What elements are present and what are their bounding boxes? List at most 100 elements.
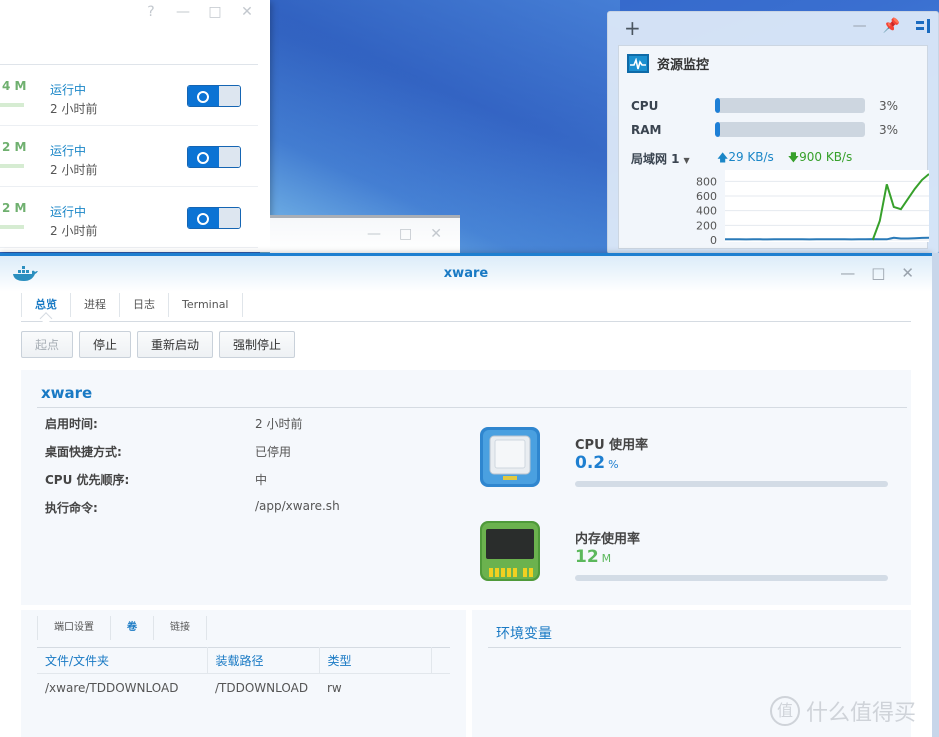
widget-header: + — 📌 bbox=[608, 12, 938, 42]
divider bbox=[37, 407, 907, 408]
close-icon[interactable]: ✕ bbox=[901, 264, 914, 282]
watermark-badge: 值 bbox=[770, 696, 800, 726]
column-header-type[interactable]: 类型 bbox=[319, 647, 432, 674]
package-toggle[interactable] bbox=[187, 146, 241, 168]
tab-bar: 总览 进程 日志 Terminal bbox=[21, 290, 911, 322]
add-widget-button[interactable]: + bbox=[624, 16, 641, 40]
stop-button[interactable]: 停止 bbox=[79, 331, 132, 358]
start-button[interactable]: 起点 bbox=[21, 331, 74, 358]
package-list: 4 M 运行中 2 小时前 2 M 运行中 2 小时前 2 M 运行中 2 小时… bbox=[0, 64, 258, 248]
maximize-icon[interactable]: □ bbox=[399, 226, 412, 242]
chevron-down-icon: ▼ bbox=[683, 156, 690, 165]
table-row[interactable]: /xware/TDDOWNLOAD /TDDOWNLOAD rw bbox=[37, 674, 450, 702]
minimize-icon[interactable]: — bbox=[176, 4, 190, 20]
widget-title-text: 资源监控 bbox=[657, 58, 710, 73]
close-icon[interactable]: ✕ bbox=[430, 226, 442, 242]
info-value: 2 小时前 bbox=[255, 417, 303, 431]
environment-title: 环境变量 bbox=[496, 626, 552, 642]
close-icon[interactable]: ✕ bbox=[240, 4, 254, 20]
package-time: 2 小时前 bbox=[50, 163, 98, 177]
force-stop-button[interactable]: 强制停止 bbox=[219, 331, 296, 358]
dock-panel-icon[interactable] bbox=[916, 19, 930, 33]
resource-monitor-widget: + — 📌 资源监控 CPU 3% RAM 3% 局域网 1 ▼ 🡅29 KB/s… bbox=[607, 11, 939, 254]
download-rate-text: 900 KB/s bbox=[799, 150, 853, 164]
minimize-icon[interactable]: — bbox=[853, 18, 867, 34]
resource-monitor-panel: 资源监控 CPU 3% RAM 3% 局域网 1 ▼ 🡅29 KB/s 🡇900 … bbox=[618, 45, 929, 249]
chart-ytick-label: 800 bbox=[696, 175, 717, 188]
package-status: 运行中 bbox=[50, 83, 87, 97]
cpu-usage-fill bbox=[715, 98, 720, 113]
network-interface-label: 局域网 1 bbox=[631, 152, 680, 166]
package-center-window: ? — □ ✕ 4 M 运行中 2 小时前 2 M 运行中 2 小时前 2 M … bbox=[0, 0, 270, 252]
cpu-usage-label: CPU 使用率 bbox=[575, 438, 649, 453]
window-title: xware bbox=[443, 266, 489, 281]
watermark: 值 什么值得买 bbox=[770, 695, 916, 727]
memory-usage-number: 12 bbox=[575, 547, 599, 567]
cpu-usage-metric: CPU 使用率 0.2% bbox=[479, 426, 899, 492]
tab-processes[interactable]: 进程 bbox=[71, 293, 120, 317]
column-header-file[interactable]: 文件/文件夹 bbox=[37, 647, 208, 674]
overview-panel: xware 启用时间: 2 小时前 桌面快捷方式: 已停用 CPU 优先顺序: … bbox=[21, 370, 911, 605]
subtab-links[interactable]: 链接 bbox=[154, 616, 207, 640]
toggle-on-icon bbox=[188, 147, 219, 167]
minimize-icon[interactable]: — bbox=[367, 226, 381, 242]
volume-panel: 端口设置 卷 链接 文件/文件夹 装载路径 类型 /xware/TDDOWNLO… bbox=[21, 610, 466, 737]
pin-icon[interactable]: 📌 bbox=[883, 18, 900, 34]
info-key: CPU 优先顺序: bbox=[45, 473, 130, 487]
package-toggle[interactable] bbox=[187, 207, 241, 229]
cpu-usage-unit: % bbox=[608, 458, 619, 471]
memory-usage-metric: 内存使用率 12 M bbox=[479, 520, 899, 586]
package-toggle[interactable] bbox=[187, 85, 241, 107]
upload-rate-text: 29 KB/s bbox=[728, 150, 774, 164]
toggle-off-area bbox=[219, 147, 240, 167]
ram-row: RAM 3% bbox=[631, 122, 898, 137]
widget-controls: — 📌 bbox=[853, 18, 930, 34]
chart-ytick-label: 600 bbox=[696, 190, 717, 203]
desktop-edge bbox=[932, 253, 939, 737]
subtab-volume[interactable]: 卷 bbox=[111, 616, 154, 640]
info-key: 执行命令: bbox=[45, 501, 98, 515]
minimize-icon[interactable]: — bbox=[840, 264, 855, 282]
maximize-icon[interactable]: □ bbox=[208, 4, 222, 20]
xware-container-window: xware — □ ✕ 总览 进程 日志 Terminal 起点 停止 重新启动… bbox=[0, 253, 932, 737]
chart-ytick-label: 400 bbox=[696, 205, 717, 218]
network-interface-select[interactable]: 局域网 1 ▼ bbox=[631, 150, 717, 167]
package-size-bar bbox=[0, 103, 24, 107]
container-name: xware bbox=[41, 384, 93, 402]
memory-usage-value: 12 M bbox=[575, 547, 611, 567]
help-icon[interactable]: ? bbox=[144, 4, 158, 20]
maximize-icon[interactable]: □ bbox=[871, 264, 885, 282]
restart-button[interactable]: 重新启动 bbox=[137, 331, 214, 358]
table-header-row: 文件/文件夹 装载路径 类型 bbox=[37, 647, 450, 674]
tab-overview[interactable]: 总览 bbox=[21, 293, 71, 317]
cell-empty bbox=[431, 674, 450, 702]
package-row: 2 M 运行中 2 小时前 bbox=[0, 187, 258, 248]
divider bbox=[488, 647, 901, 648]
toggle-on-icon bbox=[188, 208, 219, 228]
toolbar: 起点 停止 重新启动 强制停止 bbox=[21, 331, 296, 358]
tab-terminal[interactable]: Terminal bbox=[169, 293, 243, 317]
window-controls: — □ ✕ bbox=[840, 264, 914, 282]
download-rate: 🡇900 KB/s bbox=[788, 149, 852, 168]
tab-log[interactable]: 日志 bbox=[120, 293, 169, 317]
cpu-percent: 3% bbox=[879, 98, 899, 113]
window-controls: ? — □ ✕ bbox=[0, 0, 270, 24]
memory-chip-icon bbox=[480, 521, 540, 581]
package-row: 4 M 运行中 2 小时前 bbox=[0, 65, 258, 126]
subtab-bar: 端口设置 卷 链接 bbox=[37, 616, 207, 640]
column-header-empty bbox=[431, 647, 450, 674]
package-size: 2 M bbox=[2, 140, 27, 154]
upload-arrow-icon: 🡅 bbox=[717, 151, 729, 164]
column-header-mount-path[interactable]: 装载路径 bbox=[207, 647, 320, 674]
info-key: 启用时间: bbox=[45, 417, 98, 431]
window-titlebar: xware — □ ✕ bbox=[0, 256, 932, 292]
ram-usage-bar bbox=[715, 122, 865, 137]
watermark-text: 什么值得买 bbox=[806, 701, 917, 726]
cpu-usage-bar bbox=[715, 98, 865, 113]
subtab-port-settings[interactable]: 端口设置 bbox=[37, 616, 111, 640]
chart-ytick-label: 200 bbox=[696, 219, 717, 232]
memory-usage-bar bbox=[575, 575, 888, 581]
network-row: 局域网 1 ▼ 🡅29 KB/s 🡇900 KB/s bbox=[631, 149, 852, 168]
package-status: 运行中 bbox=[50, 144, 87, 158]
memory-usage-unit: M bbox=[601, 552, 612, 565]
